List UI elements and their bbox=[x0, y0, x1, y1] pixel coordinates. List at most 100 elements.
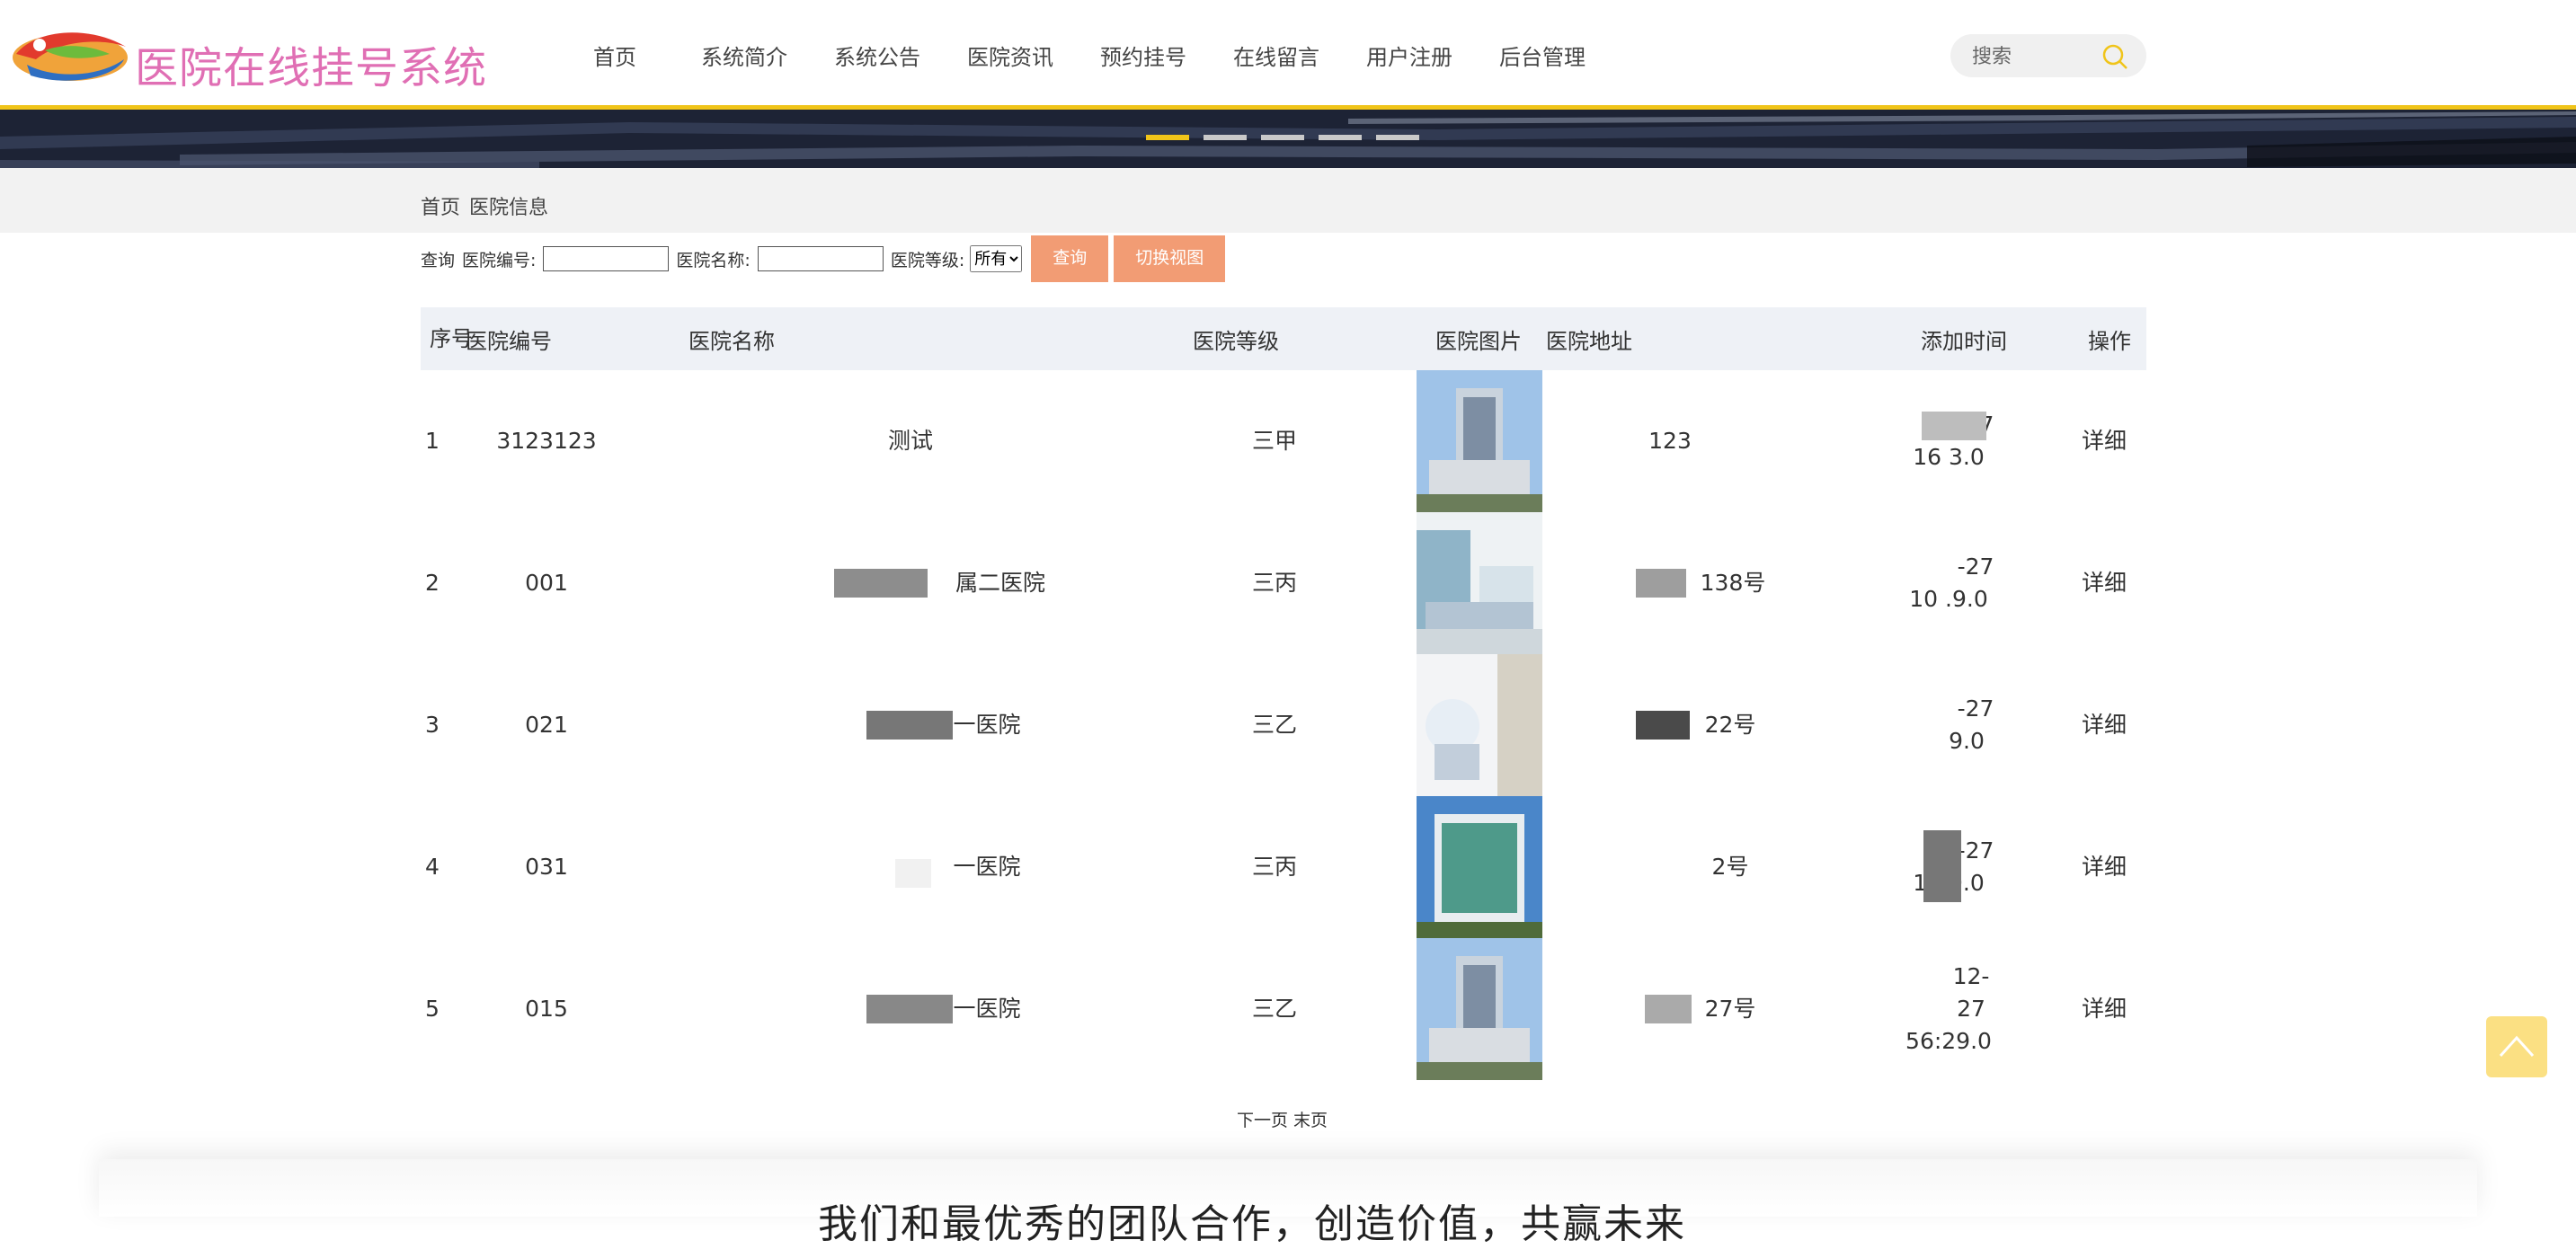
search-box bbox=[1950, 34, 2146, 77]
table-row: 3 021 一医院 三乙 22号 -27 9.0 详细 bbox=[421, 654, 2146, 796]
redaction-block bbox=[1922, 412, 1986, 440]
banner-carousel bbox=[0, 110, 2576, 168]
search-button[interactable]: 查询 bbox=[1031, 235, 1109, 282]
row-time-date: -27 bbox=[1957, 695, 1994, 722]
row-code: 001 bbox=[525, 570, 568, 596]
breadcrumb-current: 医院信息 bbox=[469, 197, 549, 219]
row-code: 015 bbox=[525, 996, 568, 1022]
code-label: 医院编号: bbox=[462, 250, 537, 270]
row-idx: 5 bbox=[425, 996, 440, 1022]
pagination: 下一页 末页 bbox=[1237, 1107, 1333, 1131]
hospital-thumbnail[interactable] bbox=[1417, 938, 1542, 1080]
carousel-dot-2[interactable] bbox=[1204, 135, 1247, 140]
carousel-dot-3[interactable] bbox=[1261, 135, 1304, 140]
row-idx: 2 bbox=[425, 570, 440, 596]
main-nav: 首页 系统简介 系统公告 医院资讯 预约挂号 在线留言 用户注册 后台管理 bbox=[575, 0, 1632, 110]
level-select[interactable]: 所有 bbox=[970, 245, 1023, 272]
redaction-block bbox=[866, 711, 953, 740]
query-label: 查询 bbox=[421, 250, 456, 270]
table-row: 1 3123123 测试 三甲 123 -27 16 3.0 详细 bbox=[421, 370, 2146, 512]
nav-intro[interactable]: 系统简介 bbox=[701, 40, 787, 71]
redaction-block bbox=[1636, 711, 1690, 740]
header-code: 医院编号 bbox=[466, 328, 552, 354]
back-to-top-button[interactable] bbox=[2486, 1016, 2547, 1077]
search-icon[interactable] bbox=[2101, 43, 2128, 70]
redaction-block bbox=[895, 859, 931, 888]
row-address: 22号 bbox=[1704, 712, 1756, 738]
nav-booking[interactable]: 预约挂号 bbox=[1100, 40, 1186, 71]
carousel-dots bbox=[1146, 135, 1434, 140]
row-code: 3123123 bbox=[496, 428, 597, 454]
next-page-link[interactable]: 下一页 bbox=[1237, 1111, 1288, 1130]
search-input[interactable] bbox=[1970, 43, 2100, 70]
breadcrumb: 首页 医院信息 bbox=[421, 191, 557, 220]
row-time-date: -27 bbox=[1957, 554, 1994, 580]
carousel-dot-1[interactable] bbox=[1146, 135, 1189, 140]
row-address: 2号 bbox=[1711, 854, 1749, 880]
hospital-thumbnail[interactable] bbox=[1417, 370, 1542, 512]
row-time: -27 10 .9.0 bbox=[1895, 512, 2003, 654]
hospital-photo-1 bbox=[1417, 370, 1542, 512]
chevron-up-icon bbox=[2499, 1035, 2535, 1058]
code-input[interactable] bbox=[543, 246, 670, 271]
row-idx: 3 bbox=[425, 712, 440, 738]
header-image: 医院图片 bbox=[1435, 328, 1522, 354]
row-time-clock: 16 3.0 bbox=[1913, 444, 1985, 470]
table-row: 2 001 属二医院 三丙 138号 -27 10 .9.0 详细 bbox=[421, 512, 2146, 654]
name-input[interactable] bbox=[757, 246, 884, 271]
nav-register[interactable]: 用户注册 bbox=[1366, 40, 1452, 71]
table-row: 4 031 一医院 三丙 2号 -27 10 9.0 详细 bbox=[421, 796, 2146, 938]
header-level: 医院等级 bbox=[1193, 328, 1279, 354]
nav-message[interactable]: 在线留言 bbox=[1233, 40, 1319, 71]
row-level: 三甲 bbox=[1251, 428, 1297, 454]
hospital-thumbnail[interactable] bbox=[1417, 512, 1542, 654]
hospital-photo-3 bbox=[1417, 654, 1542, 796]
logo-icon[interactable] bbox=[9, 23, 131, 88]
hospital-thumbnail[interactable] bbox=[1417, 796, 1542, 938]
header-time: 添加时间 bbox=[1921, 328, 2007, 354]
header-address: 医院地址 bbox=[1546, 328, 1632, 354]
hospital-table: 序号 医院编号 医院名称 医院等级 医院图片 医院地址 添加时间 操作 1 31… bbox=[421, 307, 2146, 1080]
name-label: 医院名称: bbox=[676, 250, 751, 270]
last-page-link[interactable]: 末页 bbox=[1293, 1111, 1328, 1130]
breadcrumb-home[interactable]: 首页 bbox=[421, 197, 460, 219]
redaction-block bbox=[834, 569, 928, 598]
site-header: 医院在线挂号系统 首页 系统简介 系统公告 医院资讯 预约挂号 在线留言 用户注… bbox=[0, 0, 2576, 110]
detail-link[interactable]: 详细 bbox=[2073, 512, 2136, 654]
row-level: 三乙 bbox=[1251, 712, 1297, 738]
redaction-block bbox=[1645, 995, 1692, 1023]
nav-home[interactable]: 首页 bbox=[593, 40, 636, 71]
row-time-date: 12-27 bbox=[1952, 963, 1990, 1022]
row-level: 三乙 bbox=[1251, 996, 1297, 1022]
hospital-photo-4 bbox=[1417, 796, 1542, 938]
nav-news[interactable]: 医院资讯 bbox=[967, 40, 1053, 71]
detail-link[interactable]: 详细 bbox=[2073, 938, 2136, 1080]
row-time-clock: 56:29.0 bbox=[1905, 1028, 1992, 1054]
row-time-clock: 9.0 bbox=[1949, 728, 1985, 754]
row-code: 021 bbox=[525, 712, 568, 738]
row-name: 一医院 bbox=[953, 854, 1021, 880]
header-op: 操作 bbox=[2088, 328, 2131, 354]
row-time-date: -27 bbox=[1957, 837, 1994, 864]
hospital-thumbnail[interactable] bbox=[1417, 654, 1542, 796]
toggle-view-button[interactable]: 切换视图 bbox=[1114, 235, 1226, 282]
row-name: 一医院 bbox=[953, 996, 1021, 1022]
row-idx: 1 bbox=[425, 428, 440, 454]
row-address: 27号 bbox=[1704, 996, 1756, 1022]
redaction-block bbox=[1923, 830, 1961, 902]
hospital-photo-5 bbox=[1417, 938, 1542, 1080]
detail-link[interactable]: 详细 bbox=[2073, 654, 2136, 796]
detail-link[interactable]: 详细 bbox=[2073, 370, 2136, 512]
row-level: 三丙 bbox=[1251, 570, 1297, 596]
breadcrumb-bar: 首页 医院信息 bbox=[0, 168, 2576, 233]
row-name: 测试 bbox=[887, 428, 933, 454]
table-row: 5 015 一医院 三乙 27号 12-27 56:29.0 详细 bbox=[421, 938, 2146, 1080]
row-name: 一医院 bbox=[953, 712, 1021, 738]
nav-admin[interactable]: 后台管理 bbox=[1499, 40, 1586, 71]
row-time-clock: 10 .9.0 bbox=[1909, 586, 1988, 612]
table-header: 序号 医院编号 医院名称 医院等级 医院图片 医院地址 添加时间 操作 bbox=[421, 307, 2146, 370]
carousel-dot-5[interactable] bbox=[1376, 135, 1419, 140]
detail-link[interactable]: 详细 bbox=[2073, 796, 2136, 938]
carousel-dot-4[interactable] bbox=[1319, 135, 1362, 140]
nav-notice[interactable]: 系统公告 bbox=[834, 40, 920, 71]
